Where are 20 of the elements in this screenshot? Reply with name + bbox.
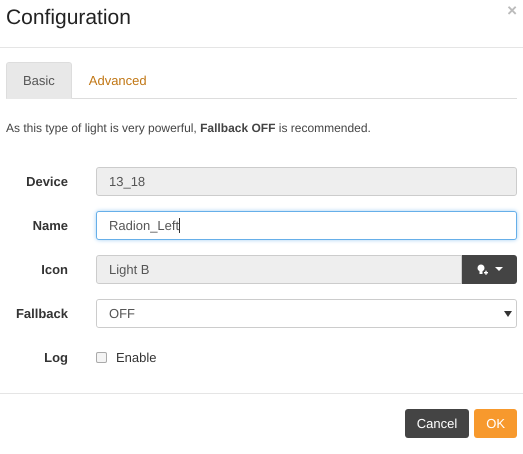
dropdown-arrow-icon <box>504 310 512 316</box>
icon-picker-button[interactable] <box>462 255 517 284</box>
field-label: Log <box>43 350 68 365</box>
cancel-button[interactable]: Cancel <box>404 409 470 438</box>
lightbulb-icon <box>476 263 488 276</box>
input-field[interactable]: 13_18 <box>96 167 517 196</box>
caret-icon <box>495 267 503 272</box>
select-field[interactable]: OFF <box>96 299 517 328</box>
input-field[interactable]: Radion_Left <box>96 211 517 240</box>
field-label: Device <box>25 174 68 189</box>
input-field[interactable]: Light B <box>96 255 462 284</box>
warning-message: As this type of light is very powerful, Fallback OFF is recommended. <box>6 121 372 135</box>
checkbox-label: Enable <box>116 350 156 365</box>
field-label: Name <box>32 218 68 233</box>
field-label: Icon <box>40 262 68 277</box>
checkbox[interactable] <box>96 352 107 363</box>
field-label: Fallback <box>14 306 68 321</box>
tab[interactable]: Basic <box>6 62 72 99</box>
tab[interactable]: Advanced <box>72 62 164 99</box>
dialog-title: Configuration <box>6 5 131 31</box>
